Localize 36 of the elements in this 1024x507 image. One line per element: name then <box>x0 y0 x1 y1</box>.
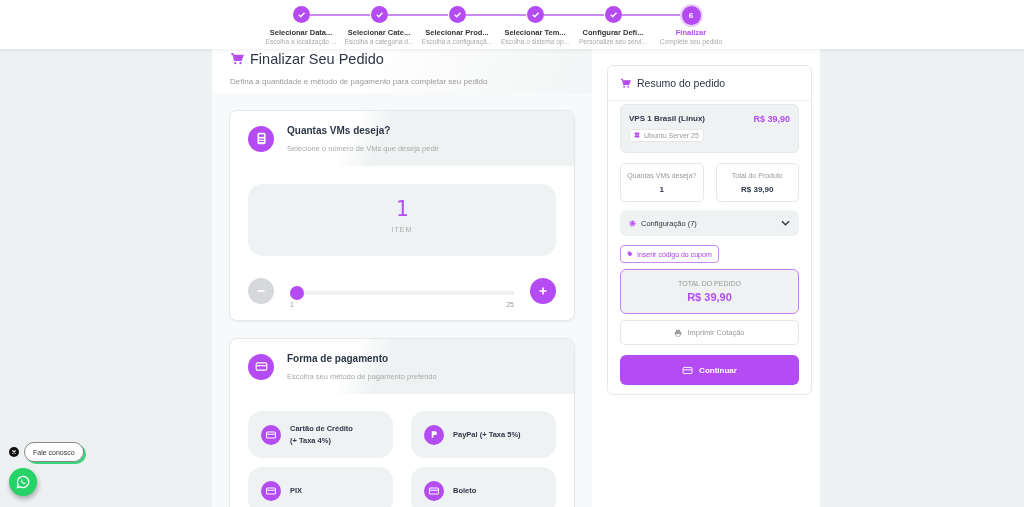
stat-value: 1 <box>659 184 664 194</box>
credit-card-icon <box>424 480 444 501</box>
credit-card-icon <box>248 353 274 380</box>
step-circle[interactable]: 6 <box>681 6 701 25</box>
calculator-icon <box>248 125 274 152</box>
step-circle[interactable] <box>292 6 310 23</box>
total-value: R$ 39,90 <box>687 291 732 303</box>
printer-icon <box>674 328 683 337</box>
chat-bubble-icon[interactable] <box>9 468 37 496</box>
page-subtitle: Defina a quantidade e método de pagamento para completar seu pedido <box>230 77 489 86</box>
step-circle[interactable] <box>448 6 466 23</box>
gear-icon <box>629 219 636 227</box>
credit-card-icon <box>261 480 281 501</box>
cart-icon <box>230 52 244 66</box>
plus-icon <box>537 285 549 297</box>
close-icon[interactable] <box>9 447 19 457</box>
credit-card-icon <box>261 424 281 445</box>
paypal-icon <box>424 424 444 445</box>
summary-title: Resumo do pedido <box>637 77 726 89</box>
product-price: R$ 39,90 <box>753 114 790 124</box>
credit-card-icon <box>682 364 694 376</box>
stat-value: R$ 39,90 <box>741 184 774 194</box>
step-circle[interactable] <box>526 6 544 23</box>
step-circle[interactable] <box>370 6 388 23</box>
quantity-value: 1 <box>395 197 409 221</box>
slider-thumb[interactable] <box>290 286 304 300</box>
product-name: VPS 1 Brasil (Linux) <box>629 114 706 124</box>
page-title: Finalizar Seu Pedido <box>250 51 384 67</box>
cart-icon <box>620 77 631 89</box>
increase-button[interactable] <box>530 278 556 304</box>
step-circle[interactable] <box>604 6 622 23</box>
card-title: Forma de pagamento <box>287 352 390 364</box>
server-icon <box>634 132 640 138</box>
card-title: Quantas VMs deseja? <box>287 124 392 136</box>
continue-button[interactable]: Continuar <box>620 355 799 385</box>
tag-icon <box>627 251 633 257</box>
